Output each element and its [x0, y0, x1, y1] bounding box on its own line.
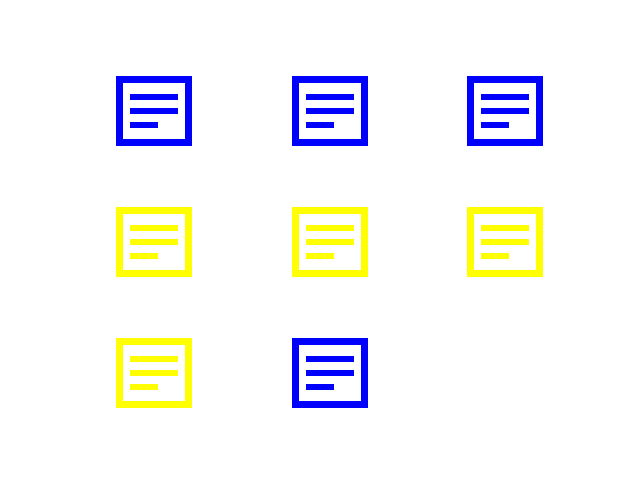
- document-text-line: [306, 253, 334, 259]
- document-text-line: [306, 122, 334, 128]
- document-text-line: [481, 122, 509, 128]
- document-text-line: [130, 225, 178, 231]
- document-text-line: [130, 239, 178, 245]
- document-text-line: [306, 225, 354, 231]
- document-text-line: [481, 225, 529, 231]
- document-icon[interactable]: [292, 76, 368, 146]
- document-text-line: [306, 356, 354, 362]
- document-text-line: [306, 94, 354, 100]
- document-icon[interactable]: [116, 76, 192, 146]
- document-text-line: [130, 94, 178, 100]
- document-text-line: [481, 239, 529, 245]
- document-text-line: [130, 384, 158, 390]
- document-text-line: [130, 253, 158, 259]
- document-icon[interactable]: [467, 76, 543, 146]
- document-icon[interactable]: [467, 207, 543, 277]
- document-text-line: [481, 253, 509, 259]
- document-text-line: [306, 384, 334, 390]
- document-icon[interactable]: [292, 338, 368, 408]
- document-text-line: [306, 239, 354, 245]
- document-text-line: [130, 122, 158, 128]
- icon-grid-canvas: [0, 0, 640, 480]
- document-text-line: [130, 370, 178, 376]
- document-icon[interactable]: [116, 338, 192, 408]
- document-text-line: [481, 94, 529, 100]
- document-text-line: [306, 108, 354, 114]
- document-text-line: [306, 370, 354, 376]
- document-text-line: [481, 108, 529, 114]
- document-icon[interactable]: [292, 207, 368, 277]
- document-icon[interactable]: [116, 207, 192, 277]
- document-text-line: [130, 108, 178, 114]
- document-text-line: [130, 356, 178, 362]
